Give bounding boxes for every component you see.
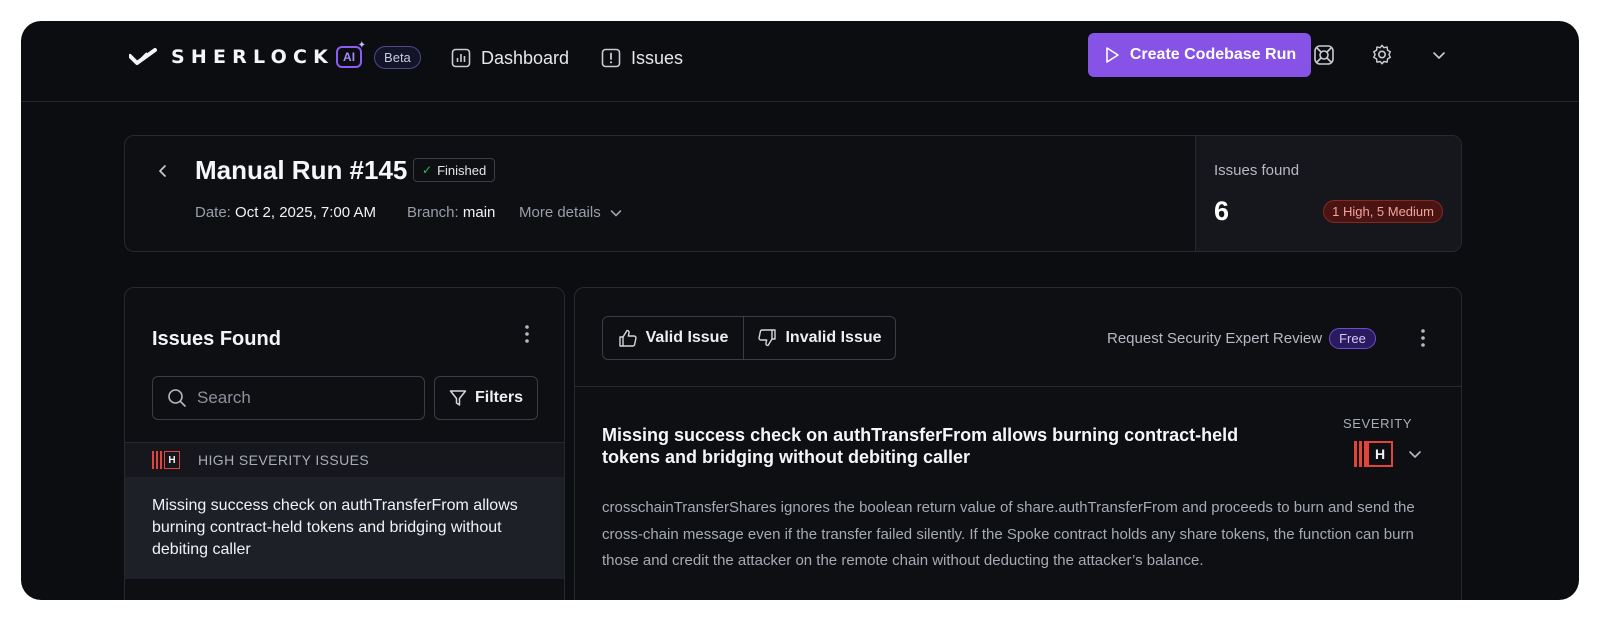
brand-logo[interactable]: SHERLOCK AI ✦ Beta [129, 40, 421, 69]
sparkle-icon: ✦ [357, 40, 367, 51]
high-severity-icon: H [152, 451, 180, 469]
high-severity-group-header[interactable]: H HIGH SEVERITY ISSUES [125, 442, 564, 477]
invalid-issue-label: Invalid Issue [785, 329, 882, 346]
date-label: Date: [195, 204, 231, 221]
create-run-label: Create Codebase Run [1129, 46, 1297, 63]
divider [575, 386, 1461, 387]
play-icon [1106, 47, 1119, 63]
check-icon: ✓ [422, 163, 433, 177]
run-header-card: Manual Run #145 ✓ Finished Date: Oct 2, … [124, 135, 1462, 252]
severity-summary-badge: 1 High, 5 Medium [1323, 200, 1443, 223]
run-title: Manual Run #145 [195, 155, 408, 185]
search-input[interactable] [197, 388, 397, 408]
severity-letter: H [164, 451, 180, 469]
nav-issues-label: Issues [631, 47, 684, 68]
run-branch: Branch: main [407, 204, 495, 221]
brand-name: SHERLOCK [171, 46, 335, 68]
more-details-label: More details [519, 204, 601, 221]
severity-select[interactable]: H [1354, 441, 1423, 467]
date-value: Oct 2, 2025, 7:00 AM [235, 204, 376, 221]
ai-label: AI [343, 50, 356, 64]
chevron-down-icon [610, 209, 622, 216]
valid-issue-button[interactable]: Valid Issue [603, 317, 744, 359]
lifebuoy-icon[interactable] [1313, 44, 1335, 66]
severity-bars-icon [1354, 441, 1367, 467]
bar-chart-icon [451, 48, 471, 68]
issues-summary: Issues found 6 1 High, 5 Medium [1195, 136, 1461, 251]
more-details-toggle[interactable]: More details [519, 204, 623, 221]
issue-detail-panel: Valid Issue Invalid Issue Request Securi… [574, 287, 1462, 600]
issues-found-count: 6 [1214, 196, 1230, 226]
nav-dashboard-label: Dashboard [481, 47, 570, 68]
chevron-down-icon [1409, 451, 1421, 458]
search-icon [168, 389, 186, 407]
beta-badge: Beta [374, 45, 421, 69]
valid-issue-label: Valid Issue [645, 329, 729, 346]
kebab-icon[interactable] [1420, 328, 1426, 348]
thumbs-up-icon [618, 329, 637, 347]
sherlock-logo-icon [129, 48, 157, 65]
ai-badge: AI ✦ [336, 40, 366, 68]
status-badge: ✓ Finished [413, 158, 496, 182]
nav-dashboard[interactable]: Dashboard [451, 45, 569, 71]
group-label: HIGH SEVERITY ISSUES [198, 452, 370, 468]
chevron-left-icon[interactable] [155, 163, 171, 179]
issues-found-label: Issues found [1214, 162, 1300, 179]
alert-square-icon [601, 48, 621, 68]
branch-label: Branch: [407, 204, 459, 221]
nav-issues[interactable]: Issues [601, 45, 683, 71]
expert-review-label: Request Security Expert Review [1107, 330, 1323, 347]
kebab-icon[interactable] [524, 324, 530, 344]
severity-heading: SEVERITY [1343, 416, 1413, 431]
gear-icon[interactable] [1371, 44, 1393, 66]
issue-validation-group: Valid Issue Invalid Issue [602, 316, 896, 360]
app-window: SHERLOCK AI ✦ Beta Dashboard Issues Crea… [21, 21, 1579, 600]
status-label: Finished [437, 162, 487, 178]
filters-label: Filters [474, 389, 523, 406]
issue-title: Missing success check on authTransferFro… [602, 425, 1239, 467]
filters-button[interactable]: Filters [434, 376, 538, 420]
invalid-issue-button[interactable]: Invalid Issue [744, 317, 895, 359]
branch-value: main [462, 204, 496, 221]
severity-letter: H [1367, 441, 1393, 467]
funnel-icon [449, 390, 467, 406]
list-item[interactable]: Missing success check on authTransferFro… [125, 477, 564, 579]
issues-list-panel: Issues Found Filters H HIGH SEVERITY I [124, 287, 565, 600]
thumbs-down-icon [758, 329, 777, 347]
run-date: Date: Oct 2, 2025, 7:00 AM [195, 204, 376, 221]
search-field[interactable] [152, 376, 425, 420]
request-expert-review-button[interactable]: Request Security Expert Review Free [1107, 328, 1376, 349]
issue-description: crosschainTransferShares ignores the boo… [602, 499, 1415, 569]
free-badge: Free [1329, 328, 1376, 349]
top-navigation-bar: SHERLOCK AI ✦ Beta Dashboard Issues Crea… [21, 21, 1579, 102]
chevron-down-icon[interactable] [1431, 47, 1447, 63]
issues-panel-title: Issues Found [152, 328, 281, 350]
create-codebase-run-button[interactable]: Create Codebase Run [1088, 33, 1311, 77]
